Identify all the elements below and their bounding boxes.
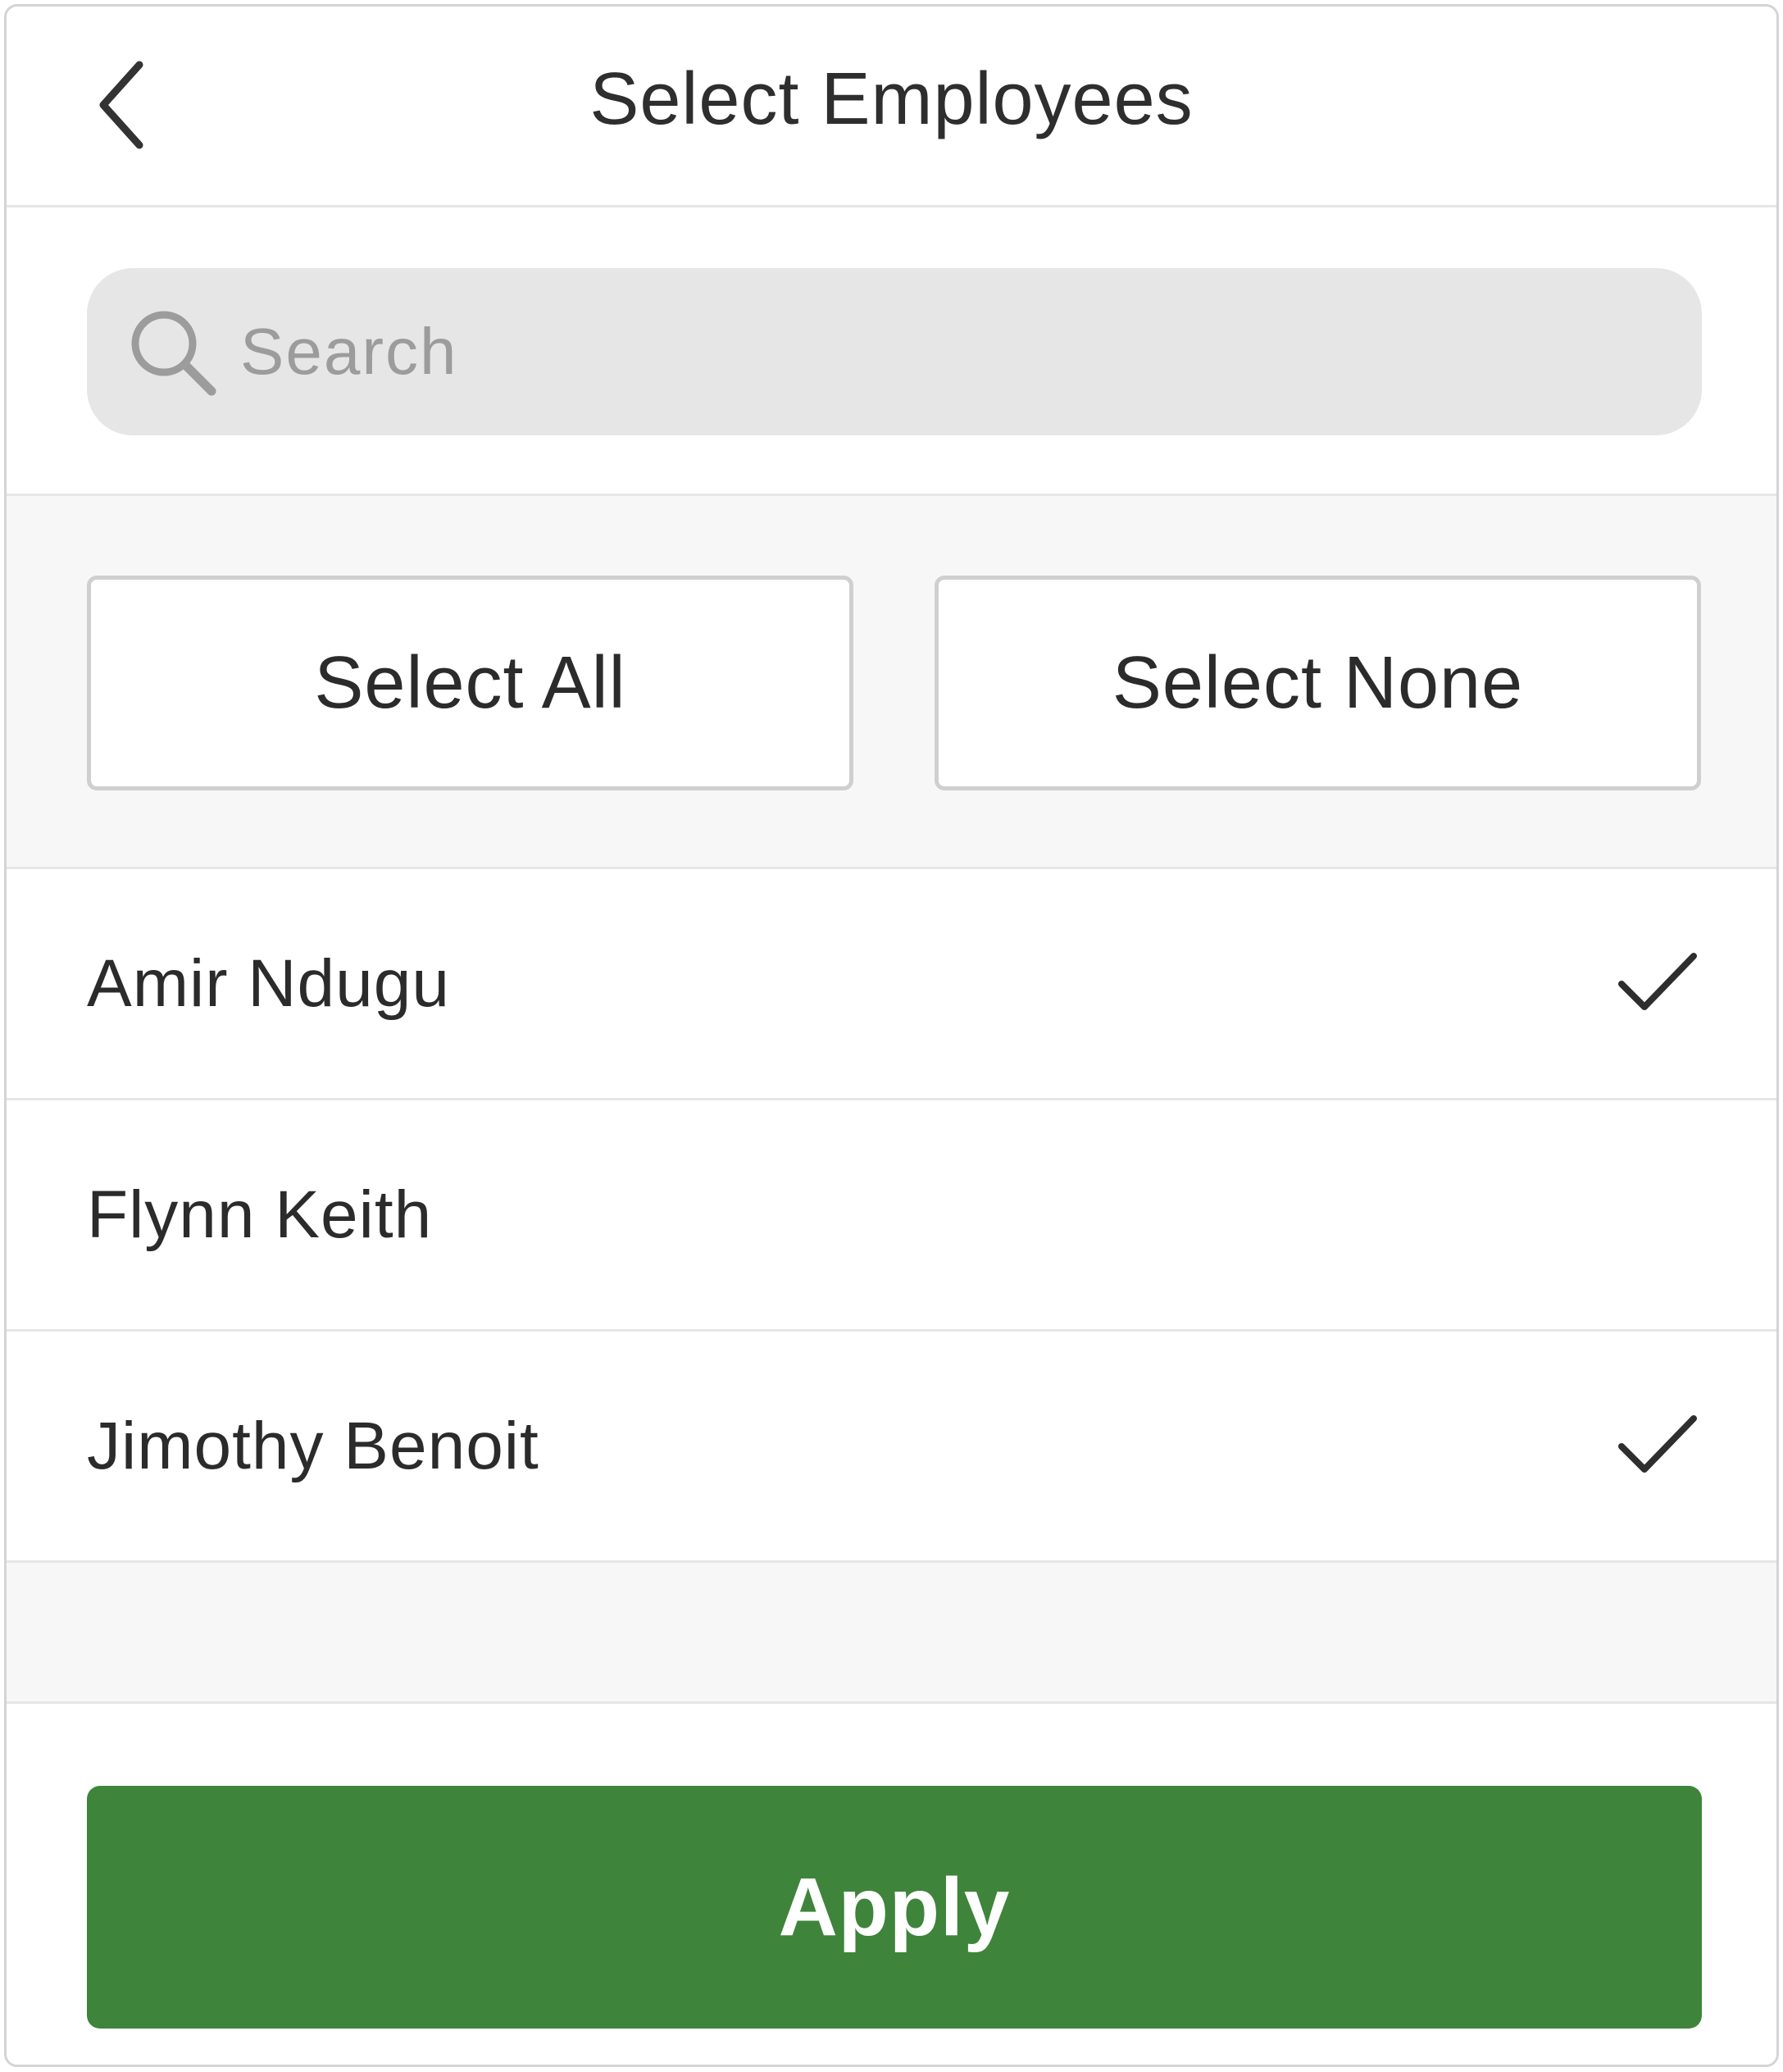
search-icon [131, 311, 216, 396]
bulk-select-section: Select All Select None [7, 496, 1776, 869]
search-section [7, 207, 1776, 496]
employee-list: Amir Ndugu Flynn Keith Jimothy Benoit [7, 869, 1776, 1563]
search-input[interactable] [239, 268, 1669, 435]
header-bar: Select Employees [7, 7, 1776, 207]
select-all-button[interactable]: Select All [87, 576, 853, 790]
apply-button[interactable]: Apply [87, 1786, 1702, 2029]
employee-row[interactable]: Jimothy Benoit [7, 1332, 1776, 1563]
employee-selector-screen: Select Employees Select All Select None … [4, 4, 1779, 2067]
checkmark-icon [1618, 1415, 1697, 1473]
employee-name: Amir Ndugu [87, 945, 450, 1021]
select-none-button[interactable]: Select None [935, 576, 1701, 790]
footer-bar: Apply [7, 1704, 1776, 2065]
checkmark-icon [1618, 953, 1697, 1010]
employee-name: Flynn Keith [87, 1177, 433, 1252]
page-title: Select Employees [589, 58, 1194, 140]
employee-name: Jimothy Benoit [87, 1408, 539, 1483]
employee-row[interactable]: Amir Ndugu [7, 869, 1776, 1100]
list-spacer [7, 1563, 1776, 1704]
search-bar[interactable] [87, 268, 1702, 435]
employee-row[interactable]: Flynn Keith [7, 1100, 1776, 1332]
